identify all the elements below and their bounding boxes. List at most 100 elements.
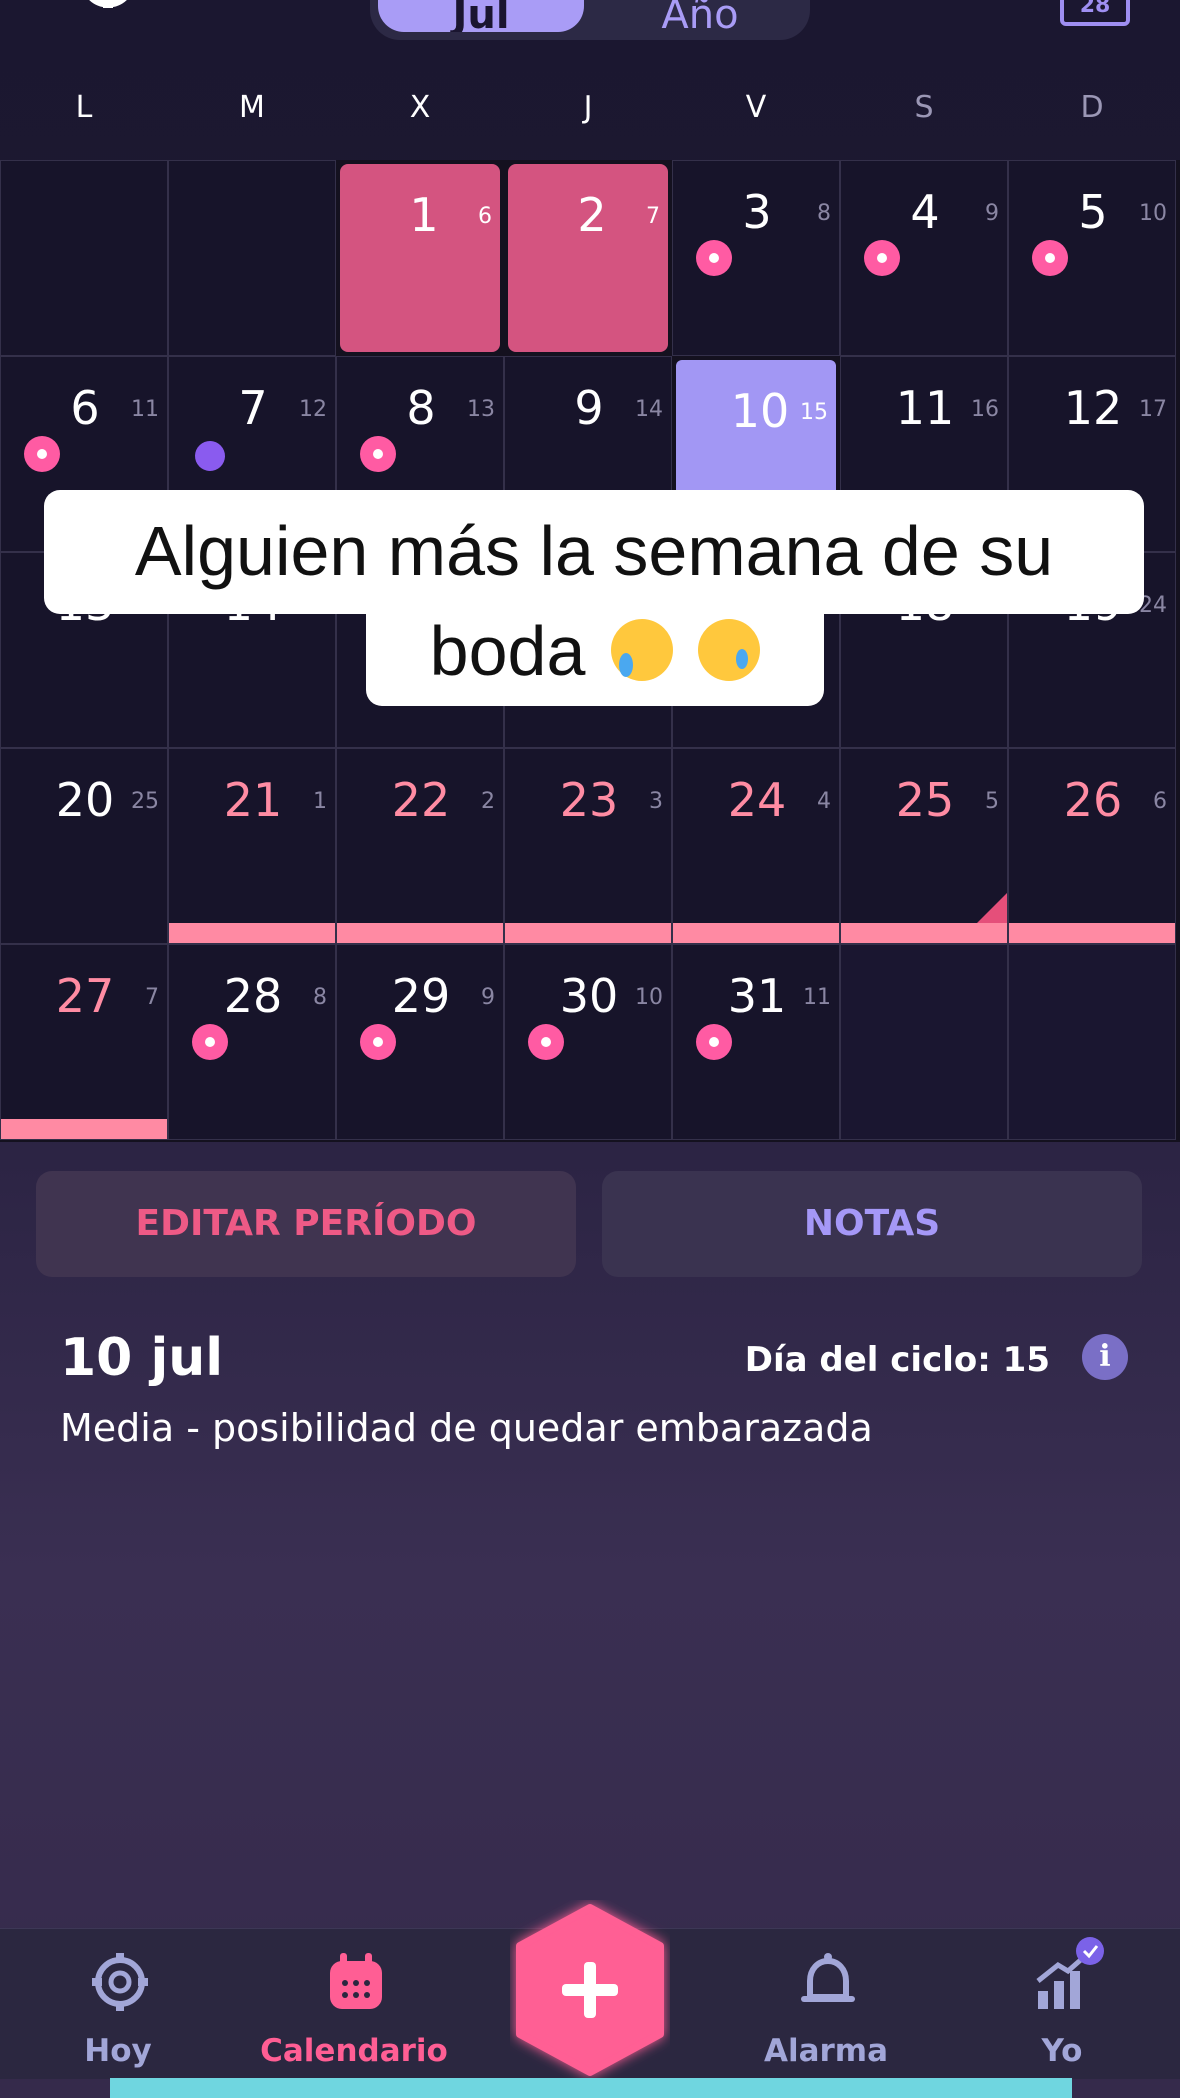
calendar-day-3[interactable]: 38 [672,160,840,356]
month-view-tab[interactable]: Jul [378,0,584,32]
edit-period-button[interactable]: EDITAR PERÍODO [36,1171,576,1277]
calendar-day-23[interactable]: 23 3 [504,748,672,944]
nav-item-yo[interactable]: Yo [952,1929,1172,2069]
cycle-day-number: 10 [635,985,663,1010]
cycle-day-number: 6 [1153,789,1167,814]
gear-icon [92,1953,148,2011]
selected-date-title: 10 jul [60,1328,224,1388]
calendar-empty-cell [1008,944,1176,1140]
cycle-day-number: 7 [646,204,660,229]
fertile-flower-icon [195,1027,225,1057]
predicted-period-bar [337,923,503,943]
predicted-period-bar [841,923,1007,943]
fertile-flower-icon [699,243,729,273]
day-number: 3 [742,185,772,239]
calendar-day-24[interactable]: 24 4 [672,748,840,944]
day-number: 6 [70,381,100,435]
cycle-day-number: 16 [971,397,999,422]
calendar-day-5[interactable]: 5 10 [1008,160,1176,356]
day-number: 24 [727,773,787,827]
period-corner-marker [977,893,1007,923]
settings-gear-icon[interactable] [68,0,148,34]
cycle-day-number: 8 [313,985,327,1010]
top-bar: Jul Año 28 [0,0,1180,60]
day-number: 7 [238,381,268,435]
nav-item-alarma[interactable]: Alarma [716,1929,936,2069]
day-number: 10 [730,384,790,438]
add-entry-button[interactable] [510,1900,670,2080]
cycle-day-number: 7 [145,985,159,1010]
weekday-label: J [583,90,593,125]
calendar-day-4[interactable]: 49 [840,160,1008,356]
caption-text: boda [429,612,586,690]
day-number: 21 [223,773,283,827]
weekday-label: V [745,90,767,125]
calendar-day-29[interactable]: 29 9 [336,944,504,1140]
day-number: 11 [895,381,955,435]
day-number: 29 [391,969,451,1023]
day-number: 2 [577,188,607,242]
day-number: 31 [727,969,787,1023]
cycle-day-number: 17 [1139,397,1167,422]
cycle-day-number: 9 [481,985,495,1010]
cycle-day-number: 2 [481,789,495,814]
bell-icon [801,1953,855,2002]
nav-item-calendario[interactable]: Calendario [244,1929,464,2069]
ad-banner[interactable] [110,2078,1072,2098]
predicted-period-bar [169,923,335,943]
notes-button[interactable]: NOTAS [602,1171,1142,1277]
nav-label: Alarma [763,2033,889,2069]
cycle-day-number: 9 [985,201,999,226]
predicted-period-bar [673,923,839,943]
fertile-flower-icon [531,1027,561,1057]
fertile-flower-icon [363,1027,393,1057]
cycle-day-number: 12 [299,397,327,422]
day-number: 30 [559,969,619,1023]
nav-label: Hoy [84,2033,152,2069]
calendar-day-21[interactable]: 21 1 [168,748,336,944]
day-number: 27 [55,969,115,1023]
day-number: 1 [409,188,439,242]
nav-item-hoy[interactable]: Hoy [8,1929,228,2069]
day-number: 8 [406,381,436,435]
weekday-label: M [239,90,265,125]
day-number: 28 [223,969,283,1023]
caption-overlay-line1: Alguien más la semana de su [44,490,1144,614]
view-segmented-control: Jul Año [370,0,810,40]
day-number: 12 [1063,381,1123,435]
fertile-flower-icon [699,1027,729,1057]
calendar-day-28[interactable]: 28 8 [168,944,336,1140]
calendar-day-31[interactable]: 31 11 [672,944,840,1140]
nav-label: Yo [1041,2033,1083,2069]
day-number: 20 [55,773,115,827]
info-icon[interactable]: i [1082,1334,1128,1380]
predicted-period-bar [1,1119,167,1139]
calendar-day-20[interactable]: 20 25 [0,748,168,944]
calendar-day-30[interactable]: 30 10 [504,944,672,1140]
cycle-day-number: 1 [313,789,327,814]
today-calendar-button[interactable]: 28 [1060,0,1130,26]
cycle-day-number: 4 [817,789,831,814]
calendar-empty-cell [168,160,336,356]
caption-overlay-line2: boda [366,604,824,706]
cycle-day-label: Día del ciclo: 15 [744,1340,1050,1380]
ovulation-egg-icon [189,435,231,477]
calendar-day-25[interactable]: 25 5 [840,748,1008,944]
weekday-label: D [1080,90,1104,125]
calendar-day-26[interactable]: 26 6 [1008,748,1176,944]
calendar-day-22[interactable]: 22 2 [336,748,504,944]
cycle-day-number: 6 [478,204,492,229]
day-number: 25 [895,773,955,827]
cycle-day-number: 25 [131,789,159,814]
cycle-day-number: 15 [800,400,828,425]
weekday-header: L M X J V S D [0,90,1180,150]
fertile-flower-icon [27,439,57,469]
year-view-tab[interactable]: Año [600,0,800,32]
nav-label: Calendario [260,2033,448,2069]
calendar-day-1[interactable]: 16 [340,164,500,352]
calendar-day-27[interactable]: 27 7 [0,944,168,1140]
predicted-period-bar [505,923,671,943]
holding-back-tears-emoji-icon [698,619,761,681]
calendar-day-2[interactable]: 27 [508,164,668,352]
day-number: 26 [1063,773,1123,827]
